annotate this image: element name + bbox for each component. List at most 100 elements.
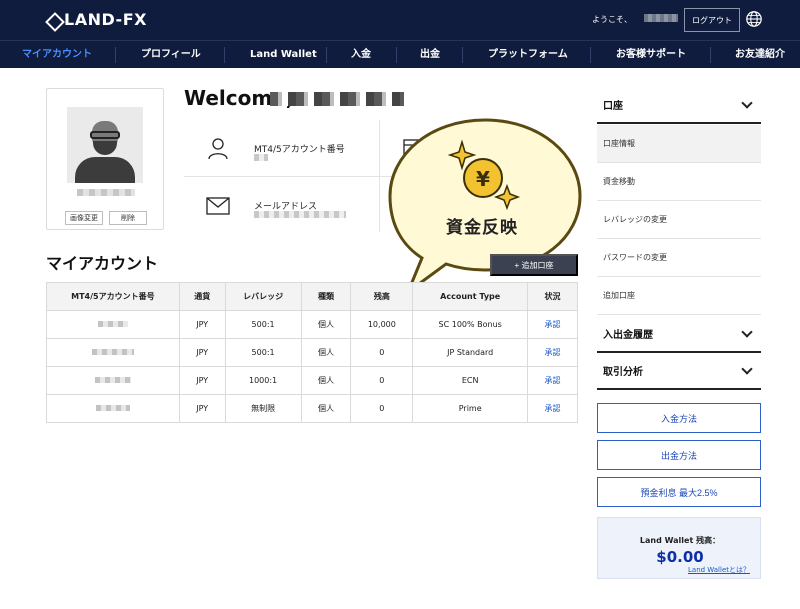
sidebar-item-password-change[interactable]: パスワードの変更 <box>597 239 761 277</box>
email-redacted <box>254 211 346 218</box>
change-image-button[interactable]: 画像変更 <box>65 211 103 225</box>
logo-text: LAND-FX <box>64 10 147 29</box>
account-type-cell: Prime <box>412 394 529 423</box>
account-number-redacted <box>254 154 268 161</box>
info-divider-horizontal <box>184 176 578 177</box>
sidebar-section-analysis[interactable]: 取引分析 <box>597 352 761 390</box>
globe-icon[interactable] <box>745 10 763 28</box>
nav-divider <box>224 47 225 63</box>
sidebar-section-label: 取引分析 <box>603 366 643 378</box>
kind-cell: 個人 <box>300 394 352 423</box>
status-link[interactable]: 承認 <box>527 366 578 395</box>
logo-diamond-icon <box>46 13 60 27</box>
nav-platform[interactable]: プラットフォーム <box>488 41 568 69</box>
currency-cell: JPY <box>178 366 226 395</box>
profile-card: 画像変更 削除 <box>46 88 164 230</box>
kind-cell: 個人 <box>300 366 352 395</box>
nav-withdraw[interactable]: 出金 <box>420 41 440 69</box>
account-number-redacted <box>95 405 130 411</box>
kind-cell: 個人 <box>300 338 352 367</box>
wallet-balance-label: Land Wallet 残高： <box>639 536 721 545</box>
table-header-row: MT4/5アカウント番号 通貨 レバレッジ 種類 残高 Account Type… <box>46 282 578 311</box>
add-account-button[interactable]: + 追加口座 <box>490 254 578 276</box>
nav-land-wallet[interactable]: Land Wallet <box>250 41 317 69</box>
account-number-redacted <box>94 377 131 383</box>
nav-my-account[interactable]: マイアカウント <box>22 41 92 69</box>
nav-referral[interactable]: お友達紹介 <box>735 41 785 69</box>
nav-divider <box>710 47 711 63</box>
col-account-type: Account Type <box>412 282 529 311</box>
account-number-cell <box>46 310 180 339</box>
currency-cell: JPY <box>178 310 226 339</box>
sidebar-section-label: 入出金履歴 <box>603 329 653 341</box>
nav-divider <box>396 47 397 63</box>
nav-divider <box>115 47 116 63</box>
avatar <box>67 107 143 183</box>
status-link[interactable]: 承認 <box>527 338 578 367</box>
balance-cell: 10,000 <box>350 310 414 339</box>
profile-name-redacted <box>77 189 135 196</box>
account-number-redacted <box>91 349 134 355</box>
table-row: JPY 1000:1 個人 0 ECN 承認 <box>46 366 578 395</box>
chevron-down-icon <box>741 97 753 109</box>
accounts-table: MT4/5アカウント番号 通貨 レバレッジ 種類 残高 Account Type… <box>46 282 578 423</box>
account-number-cell <box>46 366 180 395</box>
balance-cell: 0 <box>350 338 414 367</box>
delete-image-button[interactable]: 削除 <box>109 211 147 225</box>
currency-cell: JPY <box>178 338 226 367</box>
sidebar-section-accounts[interactable]: 口座 <box>597 86 761 124</box>
currency-cell: JPY <box>178 394 226 423</box>
status-link[interactable]: 承認 <box>527 310 578 339</box>
info-divider-vertical <box>379 120 380 232</box>
welcome-name-redacted <box>270 92 404 106</box>
status-link[interactable]: 承認 <box>527 394 578 423</box>
mail-icon <box>206 197 230 215</box>
balance-cell: 0 <box>350 366 414 395</box>
svg-text:¥: ¥ <box>476 167 490 191</box>
land-wallet-balance-box: Land Wallet 残高： $0.00 Land Walletとは？ <box>597 517 761 579</box>
sidebar-section-history[interactable]: 入出金履歴 <box>597 315 761 353</box>
leverage-cell: 500:1 <box>224 310 302 339</box>
kind-cell: 個人 <box>300 310 352 339</box>
col-leverage: レバレッジ <box>224 282 302 311</box>
table-row: JPY 無制限 個人 0 Prime 承認 <box>46 394 578 423</box>
col-status: 状況 <box>527 282 578 311</box>
account-type-cell: SC 100% Bonus <box>412 310 529 339</box>
withdraw-method-button[interactable]: 出金方法 <box>597 440 761 470</box>
sidebar-item-account-info[interactable]: 口座情報 <box>597 125 761 163</box>
deposit-method-button[interactable]: 入金方法 <box>597 403 761 433</box>
account-type-cell: JP Standard <box>412 338 529 367</box>
top-bar: LAND-FX ようこそ、 ログアウト <box>0 0 800 40</box>
sidebar-item-fund-transfer[interactable]: 資金移動 <box>597 163 761 201</box>
avatar-beard <box>93 141 117 155</box>
callout-text: 資金反映 <box>446 218 518 238</box>
nav-divider <box>590 47 591 63</box>
col-balance: 残高 <box>350 282 414 311</box>
leverage-cell: 500:1 <box>224 338 302 367</box>
col-kind: 種類 <box>300 282 352 311</box>
avatar-body <box>75 157 135 183</box>
table-row: JPY 500:1 個人 10,000 SC 100% Bonus 承認 <box>46 310 578 339</box>
nav-profile[interactable]: プロフィール <box>141 41 201 69</box>
chevron-down-icon <box>741 363 753 375</box>
leverage-cell: 1000:1 <box>224 366 302 395</box>
user-name-redacted <box>644 14 678 22</box>
avatar-glasses <box>90 131 120 139</box>
col-account-number: MT4/5アカウント番号 <box>46 282 180 311</box>
nav-deposit[interactable]: 入金 <box>351 41 371 69</box>
logo[interactable]: LAND-FX <box>46 10 147 29</box>
account-number-redacted <box>97 321 128 327</box>
nav-support[interactable]: お客様サポート <box>616 41 686 69</box>
nav-divider <box>326 47 327 63</box>
logout-button[interactable]: ログアウト <box>684 8 740 32</box>
main-nav: マイアカウント プロフィール Land Wallet 入金 出金 プラットフォー… <box>0 40 800 68</box>
sidebar-section-label: 口座 <box>603 100 623 112</box>
wallet-balance-value: $0.00 <box>656 548 704 566</box>
chevron-down-icon <box>741 326 753 338</box>
nav-divider <box>462 47 463 63</box>
land-wallet-info-link[interactable]: Land Walletとは？ <box>688 565 750 575</box>
account-number-cell <box>46 394 180 423</box>
sidebar-item-additional-account[interactable]: 追加口座 <box>597 277 761 315</box>
sidebar-item-leverage-change[interactable]: レバレッジの変更 <box>597 201 761 239</box>
deposit-interest-button[interactable]: 預金利息 最大2.5% <box>597 477 761 507</box>
